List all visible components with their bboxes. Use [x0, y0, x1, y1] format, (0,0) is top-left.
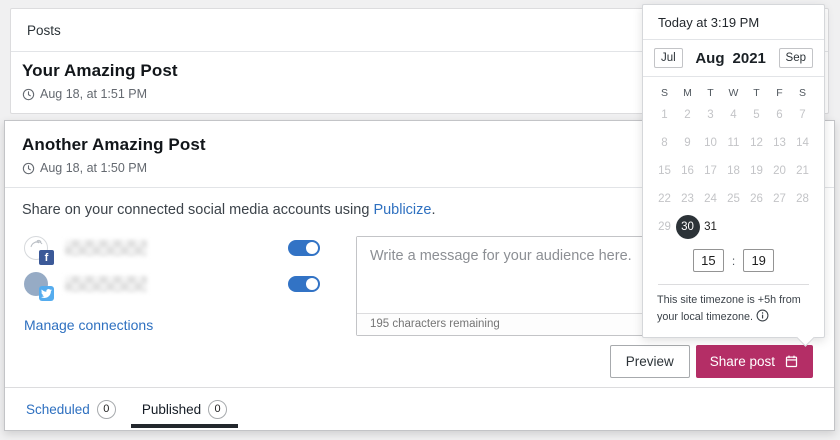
facebook-account-name-blurred: [65, 240, 147, 256]
calendar-day-26: 26: [745, 185, 768, 213]
calendar-day-19: 19: [745, 157, 768, 185]
calendar-day-10: 10: [699, 129, 722, 157]
facebook-icon: f: [39, 250, 54, 265]
scheduler-today-label: Today at 3:19 PM: [643, 5, 824, 40]
twitter-connection-row: [24, 269, 320, 299]
weekday-headers: S M T W T F S: [643, 87, 824, 99]
calendar-day-27: 27: [768, 185, 791, 213]
manage-connections-link[interactable]: Manage connections: [24, 317, 153, 333]
calendar-day-14: 14: [791, 129, 814, 157]
calendar-day-17: 17: [699, 157, 722, 185]
tab-published[interactable]: Published 0: [129, 388, 240, 430]
calendar-day-11: 11: [722, 129, 745, 157]
timezone-note: This site timezone is +5h from your loca…: [643, 285, 820, 337]
calendar-day-29: 29: [653, 213, 676, 241]
tab-scheduled[interactable]: Scheduled 0: [13, 388, 129, 430]
month-title: Aug 2021: [695, 50, 766, 67]
calendar-day-2: 2: [676, 101, 699, 129]
month-navigation: Jul Aug 2021 Sep: [643, 40, 824, 77]
calendar-day-9: 9: [676, 129, 699, 157]
calendar-day-1: 1: [653, 101, 676, 129]
post-timestamp: Aug 18, at 1:51 PM: [40, 87, 147, 101]
calendar-day-8: 8: [653, 129, 676, 157]
publicize-link[interactable]: Publicize: [373, 202, 431, 218]
share-post-label: Share post: [710, 354, 775, 369]
time-separator: :: [732, 254, 735, 268]
calendar-day-23: 23: [676, 185, 699, 213]
calendar-day-22: 22: [653, 185, 676, 213]
twitter-icon: [39, 286, 54, 301]
calendar-day-18: 18: [722, 157, 745, 185]
panel-post-timestamp: Aug 18, at 1:50 PM: [40, 161, 147, 175]
info-icon: [756, 309, 769, 322]
calendar-icon: [784, 354, 799, 369]
jetpack-social-share-page: Posts Your Amazing Post Aug 18, at 1:51 …: [0, 0, 840, 440]
twitter-share-toggle[interactable]: [288, 276, 320, 292]
published-count-badge: 0: [208, 400, 227, 419]
share-tabs: Scheduled 0 Published 0: [5, 387, 834, 430]
minute-input[interactable]: [743, 249, 774, 272]
hour-input[interactable]: [693, 249, 724, 272]
clock-icon: [22, 88, 35, 101]
twitter-account-name-blurred: [65, 276, 147, 292]
calendar-day-4: 4: [722, 101, 745, 129]
facebook-share-toggle[interactable]: [288, 240, 320, 256]
calendar-day-20: 20: [768, 157, 791, 185]
connections-list: f: [24, 233, 320, 305]
calendar-day-21: 21: [791, 157, 814, 185]
calendar-day-30[interactable]: 30: [676, 215, 700, 239]
time-picker: :: [643, 249, 824, 272]
facebook-connection-row: f: [24, 233, 320, 263]
preview-button[interactable]: Preview: [610, 345, 690, 378]
scheduled-count-badge: 0: [97, 400, 116, 419]
calendar-day-24: 24: [699, 185, 722, 213]
share-post-button[interactable]: Share post: [696, 345, 813, 378]
next-month-button[interactable]: Sep: [779, 48, 813, 68]
calendar-day-12: 12: [745, 129, 768, 157]
prev-month-button[interactable]: Jul: [654, 48, 683, 68]
calendar-day-16: 16: [676, 157, 699, 185]
calendar-day-28: 28: [791, 185, 814, 213]
calendar-day-3: 3: [699, 101, 722, 129]
calendar-day-6: 6: [768, 101, 791, 129]
calendar-day-13: 13: [768, 129, 791, 157]
clock-icon: [22, 162, 35, 175]
calendar-day-25: 25: [722, 185, 745, 213]
share-actions: Preview Share post: [610, 345, 813, 378]
calendar-day-31[interactable]: 31: [699, 213, 722, 241]
calendar-grid: 1234567891011121314151617181920212223242…: [643, 101, 824, 241]
calendar-day-15: 15: [653, 157, 676, 185]
calendar-day-5: 5: [745, 101, 768, 129]
calendar-day-7: 7: [791, 101, 814, 129]
scheduler-popover: Today at 3:19 PM Jul Aug 2021 Sep S M T …: [642, 4, 825, 338]
